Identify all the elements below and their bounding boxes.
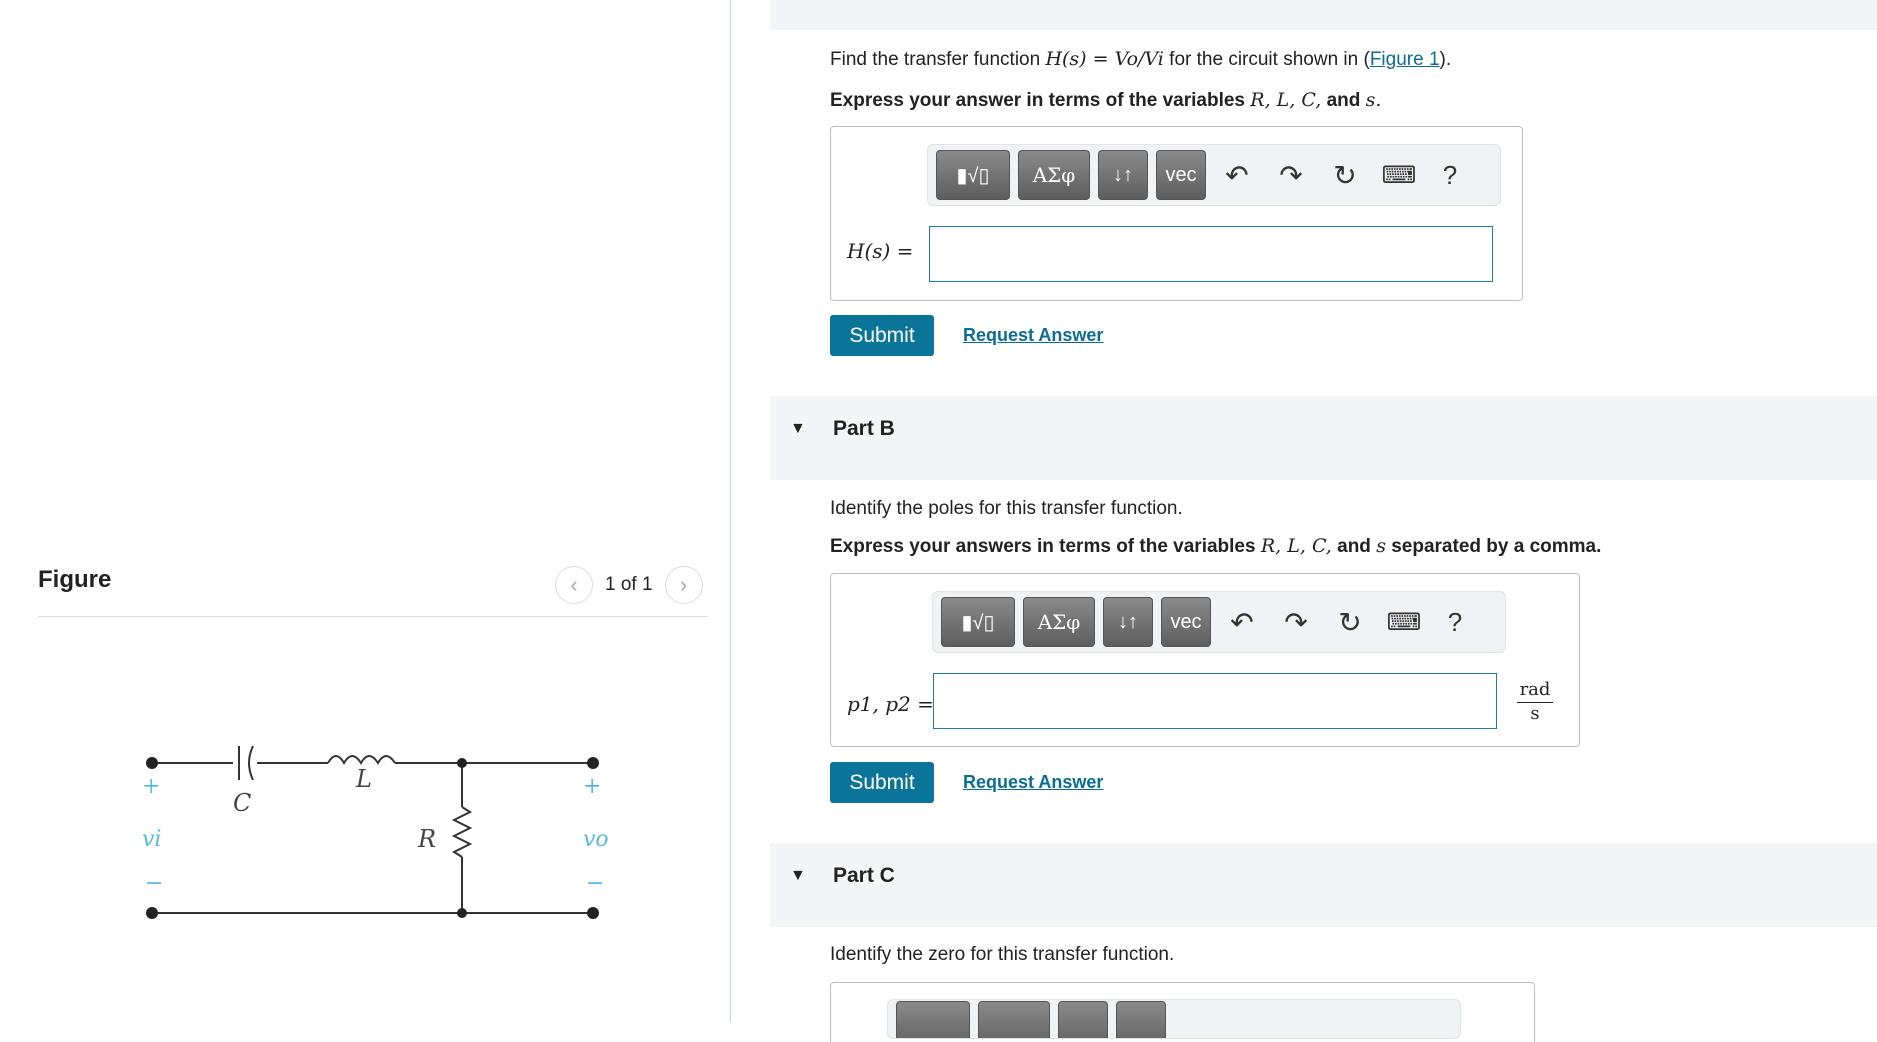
vo-minus-label: − [586, 871, 604, 896]
vi-plus-label: + [142, 774, 160, 799]
greek-symbols-button[interactable]: ΑΣφ [1018, 150, 1090, 200]
circuit-diagram: C L R + vi − + vo − [142, 745, 609, 919]
vo-label: vo [583, 827, 609, 852]
reset-icon[interactable]: ↻ [1322, 152, 1368, 198]
template-button[interactable]: ▮√▯ [941, 597, 1015, 647]
part-b-instruction: Express your answers in terms of the var… [830, 535, 1602, 557]
part-a-header-band [770, 0, 1877, 30]
undo-icon[interactable]: ↶ [1219, 599, 1265, 645]
redo-icon[interactable]: ↷ [1273, 599, 1319, 645]
subscript-button[interactable]: ↓↑ [1098, 150, 1148, 200]
terminal-node [587, 907, 599, 919]
part-a-input-label: H(s) = [847, 239, 914, 263]
redo-icon[interactable]: ↷ [1268, 152, 1314, 198]
resistor-label: R [417, 825, 436, 853]
chevron-right-icon[interactable]: › [664, 566, 703, 604]
math-toolbar: ▮√▯ ΑΣφ ↓↑ vec ↶ ↷ ↻ ⌨ ? [932, 591, 1506, 653]
greek-symbols-button[interactable] [978, 1001, 1050, 1038]
figure-pane: Figure ‹ 1 of 1 › C L R + vi − + vo − [0, 0, 730, 1022]
vi-minus-label: − [145, 871, 163, 896]
figure-title: Figure [38, 566, 112, 593]
keyboard-icon[interactable]: ⌨ [1381, 599, 1427, 645]
part-a-request-answer-link[interactable]: Request Answer [963, 325, 1103, 346]
template-button[interactable]: ▮√▯ [936, 150, 1010, 200]
part-b-answer-input[interactable] [933, 673, 1497, 729]
help-button[interactable]: ? [1435, 607, 1475, 638]
template-button[interactable] [896, 1001, 970, 1038]
units-denominator: s [1530, 703, 1540, 724]
vector-button[interactable] [1116, 1001, 1166, 1038]
resistor-zigzag [451, 806, 473, 858]
figure-divider [38, 616, 708, 617]
part-a-answer-input[interactable] [929, 226, 1493, 282]
units-numerator: rad [1517, 679, 1553, 703]
part-a-prompt: Find the transfer function H(s) = Vo/Vi … [830, 48, 1452, 70]
reset-icon[interactable]: ↻ [1327, 599, 1373, 645]
part-b-units: rad s [1517, 679, 1553, 724]
greek-symbols-button[interactable]: ΑΣφ [1023, 597, 1095, 647]
part-c-prompt: Identify the zero for this transfer func… [830, 944, 1175, 965]
terminal-node [146, 757, 158, 769]
subscript-button[interactable] [1058, 1001, 1108, 1038]
inductor-label: L [355, 765, 372, 793]
capacitor-label: C [233, 789, 251, 817]
terminal-node [587, 757, 599, 769]
junction-node [457, 758, 467, 768]
terminal-node [146, 907, 158, 919]
junction-node [457, 908, 467, 918]
part-b-submit-button[interactable]: Submit [830, 762, 934, 803]
vector-button[interactable]: vec [1156, 150, 1206, 200]
inductor-coil [327, 755, 396, 766]
pane-divider [730, 0, 731, 1022]
vi-label: vi [142, 827, 161, 852]
part-b-answer-box: ▮√▯ ΑΣφ ↓↑ vec ↶ ↷ ↻ ⌨ ? p1, p2 = rad s [830, 573, 1580, 747]
vector-button[interactable]: vec [1161, 597, 1211, 647]
part-a-answer-box: ▮√▯ ΑΣφ ↓↑ vec ↶ ↷ ↻ ⌨ ? H(s) = [830, 126, 1523, 301]
capacitor-plate-curved [248, 745, 254, 781]
figure-pager: ‹ 1 of 1 › [555, 566, 703, 604]
keyboard-icon[interactable]: ⌨ [1376, 152, 1422, 198]
math-toolbar [887, 999, 1461, 1039]
subscript-button[interactable]: ↓↑ [1103, 597, 1153, 647]
part-b-title[interactable]: Part B [833, 417, 895, 441]
part-b-prompt: Identify the poles for this transfer fun… [830, 498, 1183, 519]
part-a-submit-button[interactable]: Submit [830, 315, 934, 356]
part-a-instruction: Express your answer in terms of the vari… [830, 89, 1382, 111]
undo-icon[interactable]: ↶ [1214, 152, 1260, 198]
part-c-title[interactable]: Part C [833, 864, 895, 888]
figure-link[interactable]: Figure 1 [1370, 49, 1440, 70]
vo-plus-label: + [583, 774, 601, 799]
math-toolbar: ▮√▯ ΑΣφ ↓↑ vec ↶ ↷ ↻ ⌨ ? [927, 144, 1501, 206]
part-b-header-band[interactable] [770, 396, 1877, 480]
part-c-caret-icon[interactable]: ▼ [790, 867, 806, 885]
chevron-left-icon[interactable]: ‹ [555, 566, 593, 604]
part-b-request-answer-link[interactable]: Request Answer [963, 772, 1103, 793]
figure-page-count: 1 of 1 [605, 574, 653, 595]
help-button[interactable]: ? [1430, 160, 1470, 191]
part-b-caret-icon[interactable]: ▼ [790, 420, 806, 438]
part-b-input-label: p1, p2 = [847, 692, 934, 716]
part-c-answer-box [830, 982, 1535, 1042]
part-c-header-band[interactable] [770, 843, 1877, 927]
